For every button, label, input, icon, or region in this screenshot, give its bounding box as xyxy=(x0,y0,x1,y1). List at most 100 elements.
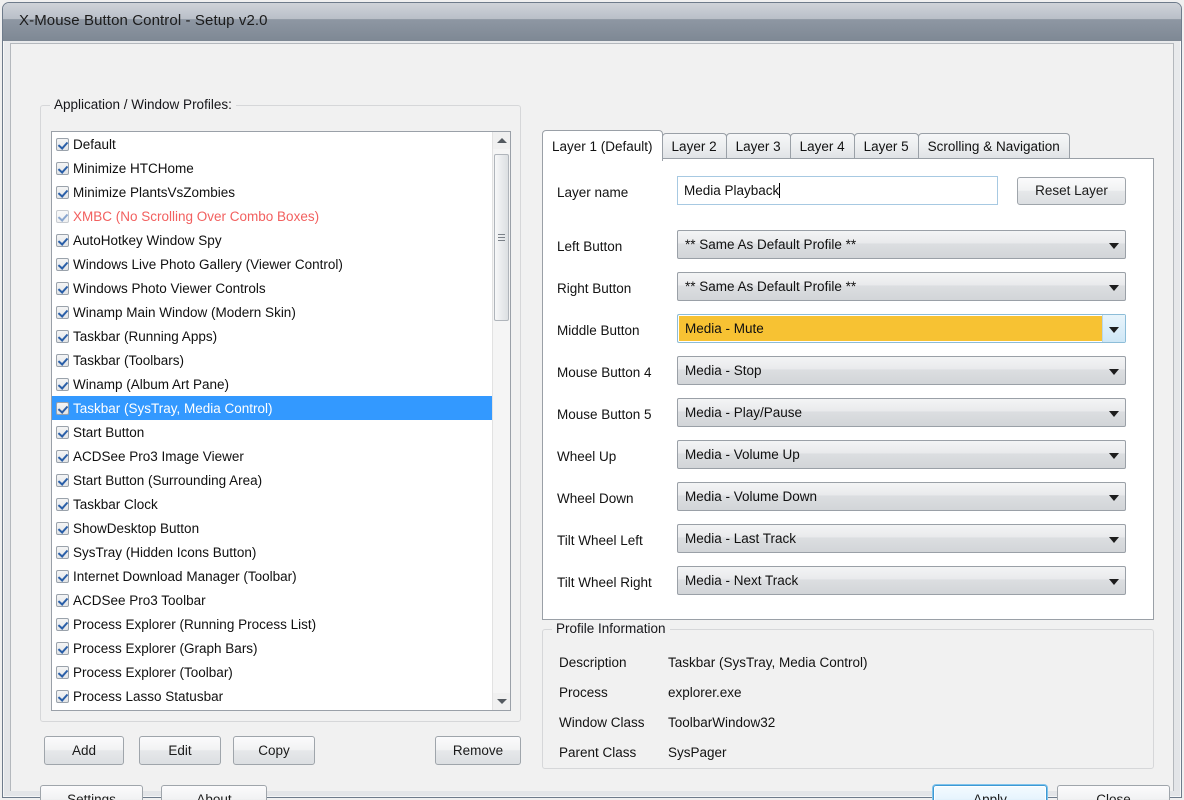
list-item-label: Default xyxy=(73,137,116,152)
list-item[interactable]: Default xyxy=(52,132,493,156)
list-item[interactable]: Windows Live Photo Gallery (Viewer Contr… xyxy=(52,252,493,276)
chevron-down-icon[interactable] xyxy=(1103,399,1125,426)
list-item[interactable]: Process Explorer (Running Process List) xyxy=(52,612,493,636)
profile-enabled-checkbox[interactable] xyxy=(56,666,69,679)
apply-button[interactable]: Apply xyxy=(933,785,1047,800)
profile-enabled-checkbox[interactable] xyxy=(56,498,69,511)
chevron-down-icon[interactable] xyxy=(1102,315,1125,342)
layer-name-value: Media Playback xyxy=(684,183,779,198)
layer-tabs[interactable]: Layer 1 (Default)Layer 2Layer 3Layer 4La… xyxy=(542,130,1154,159)
profile-enabled-checkbox[interactable] xyxy=(56,258,69,271)
list-item[interactable]: Aero-Peek Thumbnails xyxy=(52,708,493,710)
profile-enabled-checkbox[interactable] xyxy=(56,354,69,367)
profile-info-value: explorer.exe xyxy=(668,685,742,700)
list-item[interactable]: Winamp (Album Art Pane) xyxy=(52,372,493,396)
profile-enabled-checkbox[interactable] xyxy=(56,186,69,199)
list-item[interactable]: Process Explorer (Toolbar) xyxy=(52,660,493,684)
list-item[interactable]: Start Button (Surrounding Area) xyxy=(52,468,493,492)
list-item[interactable]: Internet Download Manager (Toolbar) xyxy=(52,564,493,588)
layer-name-input[interactable]: Media Playback xyxy=(677,176,998,205)
chevron-down-icon[interactable] xyxy=(1103,231,1125,258)
list-item[interactable]: Winamp Main Window (Modern Skin) xyxy=(52,300,493,324)
list-item[interactable]: Start Button xyxy=(52,420,493,444)
tab-layer-5[interactable]: Layer 5 xyxy=(854,133,919,159)
profile-enabled-checkbox[interactable] xyxy=(56,210,69,223)
chevron-down-icon[interactable] xyxy=(1103,567,1125,594)
binding-label: Tilt Wheel Left xyxy=(557,533,643,548)
profile-enabled-checkbox[interactable] xyxy=(56,426,69,439)
binding-dropdown[interactable]: Media - Next Track xyxy=(677,566,1126,595)
close-button[interactable]: Close xyxy=(1057,785,1170,800)
list-item[interactable]: Taskbar Clock xyxy=(52,492,493,516)
profile-enabled-checkbox[interactable] xyxy=(56,570,69,583)
binding-dropdown[interactable]: Media - Last Track xyxy=(677,524,1126,553)
edit-profile-button[interactable]: Edit xyxy=(139,736,221,765)
scrollbar-thumb[interactable] xyxy=(494,154,509,321)
profile-enabled-checkbox[interactable] xyxy=(56,474,69,487)
settings-button[interactable]: Settings xyxy=(40,785,143,800)
binding-dropdown[interactable]: ** Same As Default Profile ** xyxy=(677,272,1126,301)
tab-layer-4[interactable]: Layer 4 xyxy=(790,133,855,159)
list-item[interactable]: AutoHotkey Window Spy xyxy=(52,228,493,252)
tab-layer-2[interactable]: Layer 2 xyxy=(662,133,727,159)
list-item[interactable]: Minimize HTCHome xyxy=(52,156,493,180)
binding-dropdown[interactable]: Media - Stop xyxy=(677,356,1126,385)
list-item-label: XMBC (No Scrolling Over Combo Boxes) xyxy=(73,209,319,224)
chevron-down-icon[interactable] xyxy=(1103,441,1125,468)
chevron-down-icon[interactable] xyxy=(1103,273,1125,300)
profile-enabled-checkbox[interactable] xyxy=(56,138,69,151)
scroll-up-button[interactable] xyxy=(493,132,510,149)
profile-enabled-checkbox[interactable] xyxy=(56,402,69,415)
profiles-listbox[interactable]: Default Minimize HTCHomeMinimize PlantsVs… xyxy=(51,131,511,711)
profile-information-title: Profile Information xyxy=(552,621,670,636)
binding-dropdown[interactable]: ** Same As Default Profile ** xyxy=(677,230,1126,259)
profile-enabled-checkbox[interactable] xyxy=(56,522,69,535)
list-item[interactable]: Minimize PlantsVsZombies xyxy=(52,180,493,204)
profile-enabled-checkbox[interactable] xyxy=(56,690,69,703)
profile-enabled-checkbox[interactable] xyxy=(56,162,69,175)
tab-layer-1-default[interactable]: Layer 1 (Default) xyxy=(542,130,663,161)
chevron-down-icon[interactable] xyxy=(1103,483,1125,510)
list-item[interactable]: Process Explorer (Graph Bars) xyxy=(52,636,493,660)
profile-enabled-checkbox[interactable] xyxy=(56,642,69,655)
binding-label: Mouse Button 5 xyxy=(557,407,652,422)
list-item[interactable]: Process Lasso Statusbar xyxy=(52,684,493,708)
binding-dropdown-value: Media - Last Track xyxy=(678,531,1103,546)
list-item[interactable]: SysTray (Hidden Icons Button) xyxy=(52,540,493,564)
list-item-label: ShowDesktop Button xyxy=(73,521,199,536)
copy-profile-button[interactable]: Copy xyxy=(233,736,315,765)
list-item[interactable]: Taskbar (SysTray, Media Control) xyxy=(52,396,493,420)
profile-enabled-checkbox[interactable] xyxy=(56,450,69,463)
binding-dropdown[interactable]: Media - Volume Down xyxy=(677,482,1126,511)
tab-scrolling-navigation[interactable]: Scrolling & Navigation xyxy=(918,133,1070,159)
profile-enabled-checkbox[interactable] xyxy=(56,234,69,247)
profile-enabled-checkbox[interactable] xyxy=(56,330,69,343)
tab-layer-3[interactable]: Layer 3 xyxy=(726,133,791,159)
list-item[interactable]: ACDSee Pro3 Image Viewer xyxy=(52,444,493,468)
list-item[interactable]: Taskbar (Toolbars) xyxy=(52,348,493,372)
profiles-scrollbar[interactable] xyxy=(492,132,510,710)
list-item[interactable]: Taskbar (Running Apps) xyxy=(52,324,493,348)
chevron-down-icon[interactable] xyxy=(1103,525,1125,552)
add-profile-button[interactable]: Add xyxy=(44,736,124,765)
profile-enabled-checkbox[interactable] xyxy=(56,594,69,607)
profile-enabled-checkbox[interactable] xyxy=(56,282,69,295)
binding-dropdown[interactable]: Media - Play/Pause xyxy=(677,398,1126,427)
list-item[interactable]: ShowDesktop Button xyxy=(52,516,493,540)
list-item[interactable]: XMBC (No Scrolling Over Combo Boxes) xyxy=(52,204,493,228)
binding-dropdown[interactable]: Media - Mute xyxy=(677,314,1126,343)
application-window-root: X-Mouse Button Control - Setup v2.0 Appl… xyxy=(0,0,1184,800)
about-button[interactable]: About xyxy=(161,785,267,800)
chevron-down-icon[interactable] xyxy=(1103,357,1125,384)
profile-enabled-checkbox[interactable] xyxy=(56,618,69,631)
list-item[interactable]: Windows Photo Viewer Controls xyxy=(52,276,493,300)
remove-profile-button[interactable]: Remove xyxy=(435,736,521,765)
profile-enabled-checkbox[interactable] xyxy=(56,546,69,559)
list-item[interactable]: ACDSee Pro3 Toolbar xyxy=(52,588,493,612)
profiles-list[interactable]: Default Minimize HTCHomeMinimize PlantsVs… xyxy=(52,132,493,710)
profile-enabled-checkbox[interactable] xyxy=(56,378,69,391)
binding-dropdown[interactable]: Media - Volume Up xyxy=(677,440,1126,469)
reset-layer-button[interactable]: Reset Layer xyxy=(1017,177,1126,205)
scroll-down-button[interactable] xyxy=(493,693,510,710)
profile-enabled-checkbox[interactable] xyxy=(56,306,69,319)
